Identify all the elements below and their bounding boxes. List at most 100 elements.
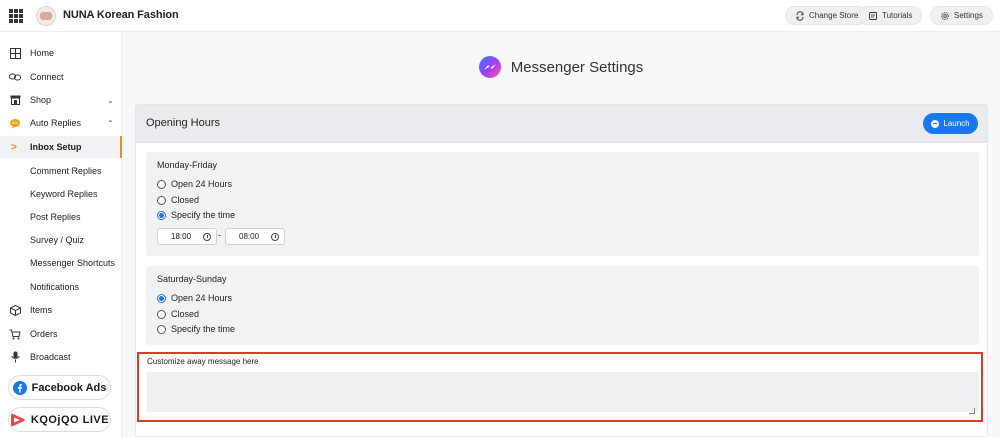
kaojao-live-label: KQOjQO LIVE [30,413,110,426]
radio-button[interactable] [157,179,166,189]
radio-label: Closed [171,195,200,205]
chat-bubble-icon [9,117,21,129]
page-title: Messenger Settings [510,58,644,76]
launch-button[interactable]: Launch [923,113,978,134]
facebook-ads-label: Facebook Ads [31,381,107,394]
link-icon [9,71,21,83]
chevron-right-icon: > [11,141,17,153]
sidebar-item-home[interactable]: Home [0,42,122,64]
sidebar-item-label: Home [30,48,55,58]
radio-button[interactable] [157,309,166,319]
sidebar-subitem-label: Comment Replies [30,166,102,176]
weekend-hours-section: Saturday-Sunday Open 24 Hours Closed Spe… [146,266,979,345]
away-message-textarea[interactable] [147,372,979,412]
sidebar-item-items[interactable]: Items [0,299,122,321]
radio-button-selected[interactable] [157,293,166,303]
resize-handle-icon[interactable] [969,408,975,414]
chevron-up-icon[interactable]: ⌃ [107,119,114,128]
opening-hours-title: Opening Hours [146,117,220,129]
tutorial-icon [869,11,877,20]
sidebar-subitem-survey-quiz[interactable]: Survey / Quiz [0,229,122,251]
change-store-button[interactable]: Change Store [785,6,869,25]
sidebar-subitem-keyword-replies[interactable]: Keyword Replies [0,183,122,205]
end-time-value: 08:00 [239,232,260,241]
gear-icon [941,11,949,20]
start-time-input[interactable]: 18:00 [157,228,217,245]
store-logo [36,6,56,26]
sidebar-item-shop[interactable]: Shop ⌄ [0,89,122,111]
start-time-value: 18:00 [171,232,192,241]
tutorials-button[interactable]: Tutorials [858,6,923,25]
radio-label: Open 24 Hours [171,293,233,303]
sidebar-item-label: Items [30,305,53,315]
weekday-hours-section: Monday-Friday Open 24 Hours Closed Speci… [146,152,979,256]
clock-icon [203,232,212,241]
weekday-option-closed[interactable]: Closed [157,195,199,205]
sidebar-item-broadcast[interactable]: Broadcast [0,346,122,368]
weekday-option-specify[interactable]: Specify the time [157,210,235,220]
sidebar-item-label: Auto Replies [30,118,82,128]
radio-button[interactable] [157,195,166,205]
facebook-ads-button[interactable]: Facebook Ads [8,375,111,400]
settings-label: Settings [954,11,983,20]
end-time-input[interactable]: 08:00 [225,228,285,245]
page-header: Messenger Settings [122,32,1000,102]
radio-label: Open 24 Hours [171,179,233,189]
weekend-option-closed[interactable]: Closed [157,309,199,319]
kaojao-play-icon [10,413,25,426]
shop-icon [9,94,21,106]
clock-icon [271,232,280,241]
sidebar-subitem-label: Messenger Shortcuts [30,258,116,268]
main-content: Messenger Settings Opening Hours Launch … [122,32,1000,437]
weekend-option-open-24[interactable]: Open 24 Hours [157,293,232,303]
radio-button[interactable] [157,324,166,334]
launch-icon [931,119,940,128]
radio-button-selected[interactable] [157,210,166,220]
store-name: NUNA Korean Fashion [63,9,179,21]
away-message-panel: Customize away message here [137,352,983,422]
weekday-option-open-24[interactable]: Open 24 Hours [157,179,232,189]
kaojao-live-button[interactable]: KQOjQO LIVE [8,407,111,432]
messenger-icon [478,56,501,78]
sidebar-item-label: Connect [30,72,64,82]
refresh-icon [796,10,804,21]
sidebar-subitem-label: Notifications [30,282,80,292]
sidebar: Home Connect Shop ⌄ Auto Replies ⌃ > Inb… [0,32,122,437]
sidebar-item-label: Broadcast [30,352,71,362]
sidebar-item-label: Orders [30,329,58,339]
sidebar-item-connect[interactable]: Connect [0,66,122,88]
time-separator: - [218,230,221,240]
sidebar-item-auto-replies[interactable]: Auto Replies ⌃ [0,112,122,134]
apps-grid-icon[interactable] [9,9,23,23]
sidebar-item-label: Shop [30,95,52,105]
away-message-label: Customize away message here [147,357,259,366]
chevron-down-icon[interactable]: ⌄ [107,96,114,105]
weekend-option-specify[interactable]: Specify the time [157,324,235,334]
opening-hours-header: Opening Hours Launch [136,105,987,143]
sidebar-subitem-post-replies[interactable]: Post Replies [0,206,122,228]
sidebar-subitem-inbox-setup[interactable]: > Inbox Setup [0,136,122,158]
cart-icon [9,328,21,340]
sidebar-subitem-label: Post Replies [30,212,81,222]
sidebar-subitem-messenger-shortcuts[interactable]: Messenger Shortcuts [0,252,122,274]
settings-button[interactable]: Settings [930,6,993,25]
weekday-title: Monday-Friday [157,160,218,170]
sidebar-subitem-label: Survey / Quiz [30,235,85,245]
radio-label: Specify the time [171,210,236,220]
sidebar-subitem-label: Inbox Setup [30,142,82,152]
box-icon [9,304,21,316]
home-grid-icon [9,47,21,59]
change-store-label: Change Store [809,11,859,20]
sidebar-subitem-label: Keyword Replies [30,189,98,199]
sidebar-subitem-notifications[interactable]: Notifications [0,276,122,298]
tutorials-label: Tutorials [882,11,913,20]
top-bar: NUNA Korean Fashion Change Store Tutoria… [0,0,1000,32]
sidebar-subitem-comment-replies[interactable]: Comment Replies [0,160,122,182]
microphone-icon [9,351,21,363]
facebook-icon [12,380,27,395]
weekend-title: Saturday-Sunday [157,274,227,284]
radio-label: Closed [171,309,200,319]
radio-label: Specify the time [171,324,236,334]
launch-label: Launch [943,119,970,128]
sidebar-item-orders[interactable]: Orders [0,323,122,345]
